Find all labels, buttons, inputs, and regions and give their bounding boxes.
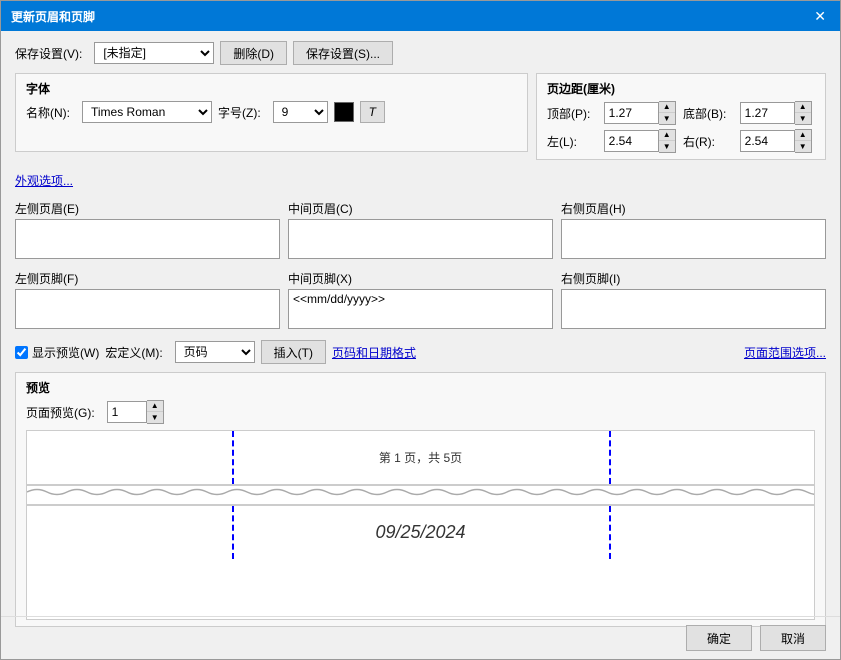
font-name-label: 名称(N):	[26, 104, 70, 121]
macro-label: 宏定义(M):	[105, 344, 162, 361]
page-preview-label: 页面预览(G):	[26, 404, 95, 421]
font-section-title: 字体	[26, 80, 517, 97]
dialog-title: 更新页眉和页脚	[11, 8, 95, 25]
left-margin-spinner: 2.54 ▲ ▼	[604, 129, 679, 153]
bottom-margin-up[interactable]: ▲	[795, 102, 811, 113]
font-section: 字体 名称(N): Times Roman 字号(Z): 9 T	[15, 73, 528, 152]
left-margin-up[interactable]: ▲	[659, 130, 675, 141]
right-margin-down[interactable]: ▼	[795, 141, 811, 152]
top-margin-down[interactable]: ▼	[659, 113, 675, 124]
top-margin-input[interactable]: 1.27	[604, 102, 659, 124]
toolbar-row: 保存设置(V): [未指定] 删除(D) 保存设置(S)...	[15, 41, 826, 65]
show-preview-checkbox-label[interactable]: 显示预览(W)	[15, 344, 99, 361]
delete-button[interactable]: 删除(D)	[220, 41, 287, 65]
header-left-textarea[interactable]	[15, 219, 280, 259]
right-margin-label: 右(R):	[683, 133, 730, 150]
preview-footer-text: 09/25/2024	[27, 506, 814, 559]
header-areas: 左侧页眉(E) 中间页眉(C) 右侧页眉(H)	[15, 200, 826, 262]
page-preview-down[interactable]: ▼	[147, 412, 163, 423]
right-margin-up[interactable]: ▲	[795, 130, 811, 141]
date-format-link[interactable]: 页码和日期格式	[332, 340, 416, 364]
preview-header-text: 第 1 页，共 5页	[27, 431, 814, 484]
footer-areas: 左侧页脚(F) 中间页脚(X) 右侧页脚(I)	[15, 270, 826, 332]
font-size-label: 字号(Z):	[218, 104, 261, 121]
font-color-box[interactable]	[334, 102, 354, 122]
top-margin-up[interactable]: ▲	[659, 102, 675, 113]
main-dialog: 更新页眉和页脚 ✕ 保存设置(V): [未指定] 删除(D) 保存设置(S)..…	[0, 0, 841, 660]
cancel-button[interactable]: 取消	[760, 625, 826, 651]
font-name-select[interactable]: Times Roman	[82, 101, 212, 123]
header-right-label: 右侧页眉(H)	[561, 200, 826, 217]
close-button[interactable]: ✕	[810, 4, 830, 28]
macro-select[interactable]: 页码	[175, 341, 255, 363]
header-center-label: 中间页眉(C)	[288, 200, 553, 217]
preview-left-margin-line	[232, 431, 234, 484]
ok-cancel-row: 确定 取消	[1, 616, 840, 659]
top-margin-label: 顶部(P):	[547, 105, 594, 122]
font-style-button[interactable]: T	[360, 101, 385, 123]
show-preview-text: 显示预览(W)	[32, 344, 99, 361]
preview-footer-left-margin-line	[232, 506, 234, 559]
appearance-options-link[interactable]: 外观选项...	[15, 168, 73, 192]
margin-title: 页边距(厘米)	[547, 80, 815, 97]
page-preview-up[interactable]: ▲	[147, 401, 163, 412]
header-center-textarea[interactable]	[288, 219, 553, 259]
font-size-select[interactable]: 9	[273, 101, 328, 123]
footer-left-textarea[interactable]	[15, 289, 280, 329]
preview-title: 预览	[26, 379, 815, 396]
bottom-controls: 显示预览(W) 宏定义(M): 页码 插入(T) 页码和日期格式 页面范围选项.…	[15, 340, 826, 364]
ok-button[interactable]: 确定	[686, 625, 752, 651]
preview-section: 预览 页面预览(G): 1 ▲ ▼	[15, 372, 826, 627]
bottom-margin-down[interactable]: ▼	[795, 113, 811, 124]
preview-footer-right-margin-line	[609, 506, 611, 559]
footer-right-label: 右侧页脚(I)	[561, 270, 826, 287]
preview-canvas: 第 1 页，共 5页 09/25/2024	[26, 430, 815, 620]
preview-right-margin-line	[609, 431, 611, 484]
insert-button[interactable]: 插入(T)	[261, 340, 326, 364]
footer-center-label: 中间页脚(X)	[288, 270, 553, 287]
title-bar: 更新页眉和页脚 ✕	[1, 1, 840, 31]
margin-section: 页边距(厘米) 顶部(P): 1.27 ▲ ▼ 底部(B): 1.27	[536, 73, 826, 160]
footer-right-textarea[interactable]	[561, 289, 826, 329]
top-margin-spinner: 1.27 ▲ ▼	[604, 101, 679, 125]
page-preview-spinner: 1 ▲ ▼	[107, 400, 164, 424]
right-margin-input[interactable]: 2.54	[740, 130, 795, 152]
left-margin-label: 左(L):	[547, 133, 594, 150]
show-preview-checkbox[interactable]	[15, 346, 28, 359]
header-left-label: 左侧页眉(E)	[15, 200, 280, 217]
right-margin-spinner: 2.54 ▲ ▼	[740, 129, 815, 153]
bottom-margin-input[interactable]: 1.27	[740, 102, 795, 124]
save-settings-label: 保存设置(V):	[15, 45, 82, 62]
bottom-margin-label: 底部(B):	[683, 105, 730, 122]
header-right-textarea[interactable]	[561, 219, 826, 259]
footer-center-textarea[interactable]	[288, 289, 553, 329]
page-preview-input[interactable]: 1	[107, 401, 147, 423]
preset-select[interactable]: [未指定]	[94, 42, 214, 64]
left-margin-down[interactable]: ▼	[659, 141, 675, 152]
save-settings-button[interactable]: 保存设置(S)...	[293, 41, 393, 65]
footer-left-label: 左侧页脚(F)	[15, 270, 280, 287]
left-margin-input[interactable]: 2.54	[604, 130, 659, 152]
page-range-link[interactable]: 页面范围选项...	[744, 340, 826, 364]
bottom-margin-spinner: 1.27 ▲ ▼	[740, 101, 815, 125]
